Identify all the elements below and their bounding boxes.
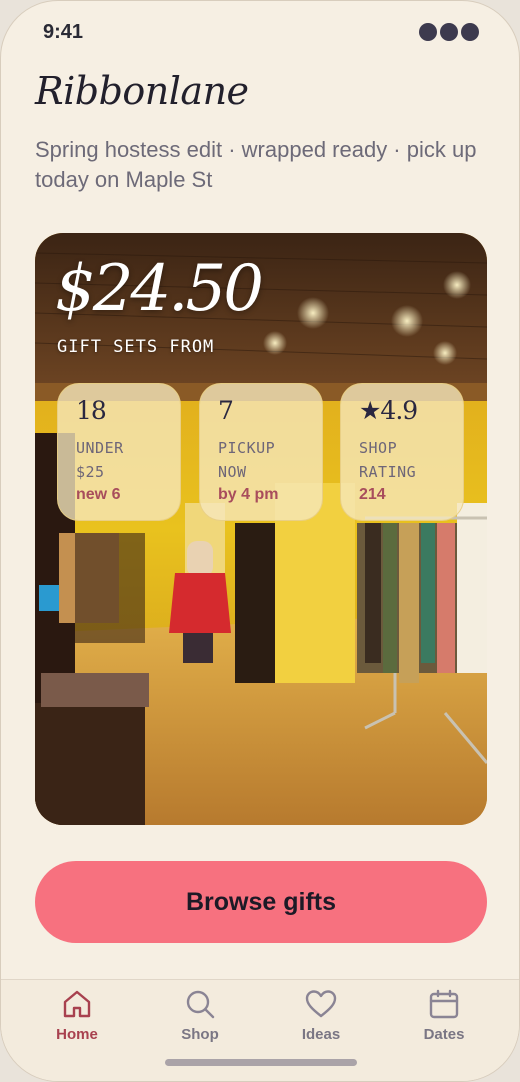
stat-subtext: 214 [359, 486, 386, 503]
stat-card-under-25[interactable]: 18 UNDER $25 new 6 [57, 383, 181, 521]
tab-shop[interactable]: Shop [155, 988, 245, 1043]
tab-label: Dates [423, 1026, 465, 1043]
status-indicators [419, 23, 479, 41]
stat-label-line: UNDER [76, 439, 124, 457]
search-icon [186, 990, 215, 1019]
home-icon [63, 990, 91, 1018]
subtitle: Spring hostess edit · wrapped ready · pi… [35, 137, 477, 192]
hero-card[interactable]: $24.50 GIFT SETS FROM 18 UNDER $25 new 6… [35, 233, 487, 825]
tab-label: Home [56, 1026, 98, 1043]
browse-gifts-button[interactable]: Browse gifts [35, 861, 487, 943]
stat-label-line: PICKUP [218, 439, 276, 457]
stat-card-shop-rating[interactable]: ★4.9 SHOP RATING 214 [340, 383, 464, 521]
tab-label: Ideas [301, 1026, 341, 1043]
stat-label-line: NOW [218, 463, 247, 481]
status-dot [419, 23, 437, 41]
stat-number: ★4.9 [359, 396, 418, 425]
calendar-icon [429, 989, 459, 1019]
stat-number: 18 [76, 396, 107, 425]
status-dot [440, 23, 458, 41]
status-dot [461, 23, 479, 41]
gift-set-price: $24.50 [55, 252, 264, 326]
stat-number: 7 [218, 396, 234, 425]
stat-label: PICKUP NOW [218, 436, 304, 484]
stat-card-pickup-now[interactable]: 7 PICKUP NOW by 4 pm [199, 383, 323, 521]
stat-subtext: new 6 [76, 486, 121, 503]
stat-label-line: $25 [76, 463, 105, 481]
stat-subtext: by 4 pm [218, 486, 279, 503]
tab-dates[interactable]: Dates [399, 988, 489, 1043]
stat-label-line: SHOP [359, 439, 398, 457]
stat-label-line: RATING [359, 463, 417, 481]
price-caption: GIFT SETS FROM [57, 337, 215, 357]
phone-frame: 9:41 Ribbonlane Spring hostess edit · wr… [0, 0, 520, 1082]
home-indicator[interactable] [165, 1059, 357, 1066]
tab-ideas[interactable]: Ideas [276, 988, 366, 1043]
stat-label: UNDER $25 [76, 436, 162, 484]
heart-icon [305, 990, 337, 1018]
brand-title: Ribbonlane [35, 69, 249, 113]
tab-label: Shop [181, 1026, 219, 1043]
status-time: 9:41 [43, 21, 84, 43]
stat-label: SHOP RATING [359, 436, 445, 484]
tab-bar: Home Shop Ideas Dates [1, 979, 519, 1081]
tab-home[interactable]: Home [32, 988, 122, 1043]
